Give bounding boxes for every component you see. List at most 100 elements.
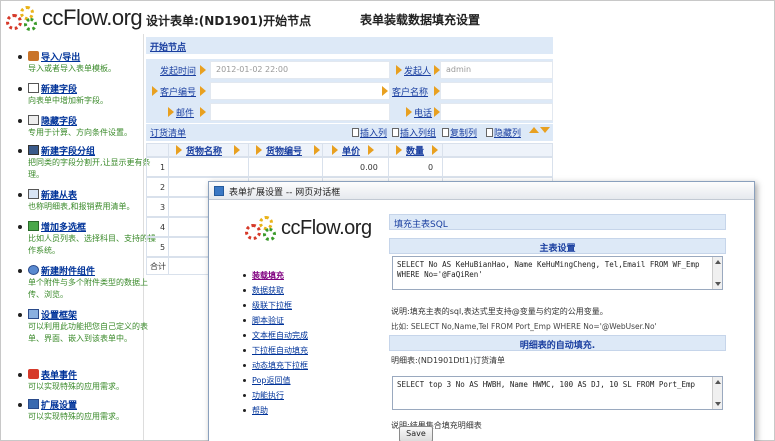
bullet: [18, 269, 22, 273]
field-label-starter[interactable]: 发起人: [404, 64, 431, 77]
scroll-up-icon[interactable]: [715, 380, 721, 384]
arrow-icon: [168, 107, 174, 117]
insert-column-group-button[interactable]: 插入列组: [392, 126, 436, 139]
sidebar-item-title[interactable]: 新建字段分组: [41, 144, 95, 157]
scrollbar[interactable]: [712, 377, 722, 409]
section-title: 主表设置: [539, 244, 576, 254]
move-down-icon[interactable]: [540, 127, 550, 133]
detail-table-title[interactable]: 订货清单: [150, 126, 186, 139]
bullet: [18, 373, 22, 377]
phone-field[interactable]: [440, 103, 553, 121]
hidden-field-icon: [28, 115, 39, 125]
detail-fill-section-header: 明细表的自动填充.: [389, 335, 726, 351]
main-table-section-header: 主表设置: [389, 238, 726, 254]
main-sql-textarea[interactable]: SELECT No AS KeHuBianHao, Name KeHuMingC…: [392, 256, 723, 290]
dialog-app-icon: [214, 186, 224, 196]
bullet: [243, 334, 246, 337]
nav-label: 级联下拉框: [252, 301, 292, 310]
price-cell[interactable]: 0.00: [360, 163, 378, 172]
insert-column-button[interactable]: 插入列: [352, 126, 387, 139]
row-number: 2: [160, 183, 166, 192]
logo-text: ccFlow.org: [281, 216, 372, 239]
dialog-titlebar[interactable]: 表单扩展设置 -- 网页对话框: [209, 182, 754, 200]
document-icon: [442, 128, 449, 137]
column-header-goods-no[interactable]: 货物编号: [266, 144, 302, 157]
document-icon: [392, 128, 399, 137]
nav-label: 动态填充下拉框: [252, 361, 308, 370]
button-label: 隐藏列: [494, 129, 522, 139]
scroll-down-icon[interactable]: [715, 282, 721, 286]
column-header-goods-name[interactable]: 货物名称: [186, 144, 222, 157]
customer-no-field[interactable]: [210, 82, 390, 100]
arrow-icon: [434, 65, 440, 75]
app-logo[interactable]: ccFlow.org: [6, 4, 143, 32]
sidebar-item-title[interactable]: 隐藏字段: [41, 114, 77, 127]
arrow-icon: [396, 65, 402, 75]
node-title-bar: 开始节点: [146, 37, 553, 54]
column-header-price[interactable]: 单价: [342, 144, 360, 157]
row-number: 5: [160, 243, 166, 252]
scrollbar[interactable]: [712, 257, 722, 289]
copy-column-button[interactable]: 复制列: [442, 126, 477, 139]
detail-sql-textarea[interactable]: SELECT top 3 No AS HWBH, Name HWMC, 100 …: [392, 376, 723, 410]
sidebar-item-title[interactable]: 新建附件组件: [41, 264, 95, 277]
main-sql-example: 比如: SELECT No,Name,Tel FROM Port_Emp WHE…: [391, 322, 657, 331]
sidebar-item-desc: 也称明细表,和报销费用清单。: [28, 202, 135, 211]
row-number: 3: [160, 203, 166, 212]
field-label-customer-no[interactable]: 客户编号: [160, 85, 196, 98]
arrow-icon: [314, 145, 320, 155]
bullet: [18, 87, 22, 91]
sidebar-item-title[interactable]: 表单事件: [41, 368, 77, 381]
arrow-icon: [200, 86, 206, 96]
email-field[interactable]: [210, 103, 390, 121]
nav-label: 帮助: [252, 406, 268, 415]
dialog-logo[interactable]: ccFlow.org: [245, 214, 372, 242]
sidebar-item-title[interactable]: 新建字段: [41, 82, 77, 95]
field-label-email[interactable]: 邮件: [176, 106, 194, 119]
sidebar-item-title[interactable]: 增加多选框: [41, 220, 86, 233]
field-area: 发起时间 2012-01-02 22:00 发起人 admin 客户编号 客户名…: [146, 59, 553, 123]
detail-table-label: 明细表:(ND1901Dtl1)订货清单: [391, 356, 506, 365]
section-title: 明细表的自动填充.: [519, 341, 596, 351]
bullet: [18, 55, 22, 59]
bullet: [18, 119, 22, 123]
document-icon: [486, 128, 493, 137]
arrow-icon: [256, 145, 262, 155]
arrow-icon: [382, 86, 388, 96]
hide-column-button[interactable]: 隐藏列: [486, 126, 521, 139]
page-heading: 表单装载数据填充设置: [360, 13, 481, 27]
sidebar-item-title[interactable]: 设置框架: [41, 308, 77, 321]
arrow-icon: [332, 145, 338, 155]
scroll-up-icon[interactable]: [715, 260, 721, 264]
bullet: [243, 304, 246, 307]
field-label-customer-name[interactable]: 客户名称: [392, 85, 428, 98]
sidebar-item-title[interactable]: 导入/导出: [41, 50, 80, 63]
field-value-start-time: 2012-01-02 22:00: [216, 65, 289, 74]
table-row: [146, 157, 553, 177]
form-event-icon: [28, 369, 39, 379]
bullet: [243, 319, 246, 322]
detail-table-icon: [28, 189, 39, 199]
save-button[interactable]: Save: [399, 426, 433, 441]
gears-logo-icon: [6, 4, 40, 32]
scroll-down-icon[interactable]: [715, 402, 721, 406]
sidebar-item-title[interactable]: 扩展设置: [41, 398, 77, 411]
arrow-icon: [396, 145, 402, 155]
sidebar-item-desc: 把同类的字段分割开,让显示更有条理。: [28, 158, 151, 179]
logo-text: ccFlow.org: [42, 5, 143, 30]
dialog-content: 填充主表SQL 主表设置 SELECT No AS KeHuBianHao, N…: [389, 214, 726, 441]
field-group-icon: [28, 145, 39, 155]
move-up-icon[interactable]: [529, 127, 539, 133]
sidebar-item-title[interactable]: 新建从表: [41, 188, 77, 201]
nav-label: 文本框自动完成: [252, 331, 308, 340]
bullet: [243, 364, 246, 367]
sidebar-item-desc: 单个附件与多个附件类型的数据上传、浏览。: [28, 278, 148, 299]
sql-text: SELECT top 3 No AS HWBH, Name HWMC, 100 …: [397, 380, 696, 389]
column-header-qty[interactable]: 数量: [406, 144, 424, 157]
sidebar-item-desc: 比如人员列表、选择科目、支持的操作系统。: [28, 234, 156, 255]
customer-name-field[interactable]: [440, 82, 553, 100]
field-label-phone[interactable]: 电话: [414, 106, 432, 119]
field-label-start-time[interactable]: 发起时间: [160, 64, 196, 77]
node-title[interactable]: 开始节点: [150, 40, 186, 53]
qty-cell[interactable]: 0: [428, 163, 433, 172]
